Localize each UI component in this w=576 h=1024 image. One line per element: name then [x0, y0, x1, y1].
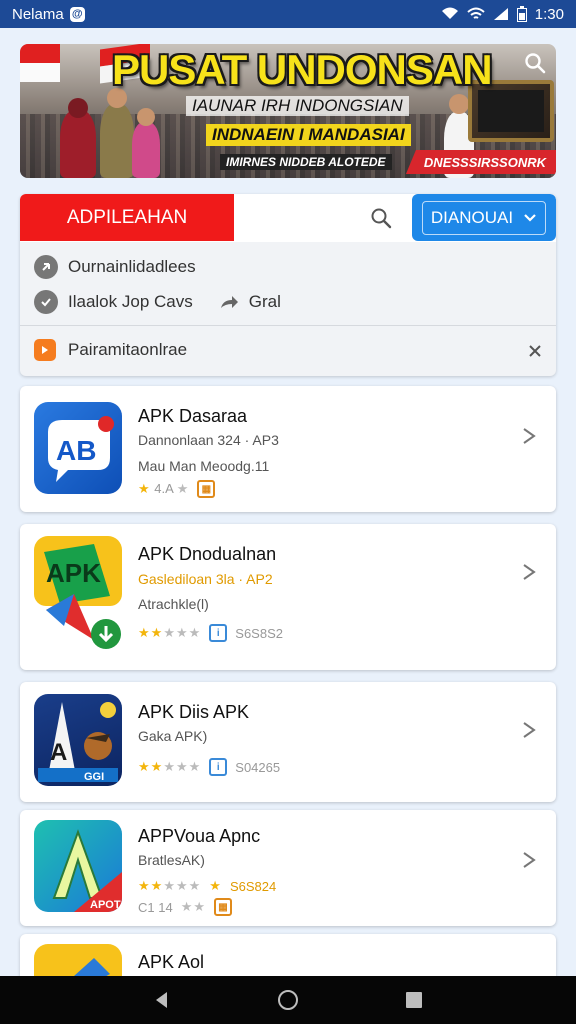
svg-text:AB: AB: [56, 435, 96, 466]
history-icon: [34, 255, 58, 279]
star-icon: ★★: [138, 878, 164, 893]
app-info: Atrachkle(l): [138, 596, 209, 612]
suggestion-extra: Gral: [248, 292, 281, 311]
share-arrow-icon: [220, 296, 238, 308]
category-dropdown[interactable]: DIANOUAI: [412, 194, 556, 241]
home-button[interactable]: [276, 988, 300, 1012]
banner-subtitle: INDNAEIN I MANDASIAI: [206, 124, 411, 146]
rating-text: 4.A: [154, 481, 174, 496]
status-bar: Nelama @ 1:30: [0, 0, 576, 28]
star-icon: ★★: [180, 899, 207, 914]
app-name: APPVoua Apnc: [138, 826, 261, 846]
navigation-bar: [0, 976, 576, 1024]
back-button[interactable]: [152, 990, 172, 1010]
app-card[interactable]: AB APK Dasaraa Dannonlaan 324 · AP3 Mau …: [20, 386, 556, 512]
search-icon: [525, 53, 546, 74]
app-info: Mau Man Meoodg.11: [138, 458, 270, 474]
star-icon: ★★: [138, 625, 164, 640]
history-icon: [34, 290, 58, 314]
app-card[interactable]: APOT APPVoua Apnc BratlesAK) ★★★★★ ★ S6S…: [20, 810, 556, 926]
app-name: APK Dasaraa: [138, 406, 248, 426]
carrier-name: Nelama: [12, 5, 64, 23]
app-rating: ★ 4.A ★ ▦: [138, 480, 216, 498]
badge-icon: i: [209, 624, 228, 642]
filter-icon: [34, 339, 56, 361]
app-rating: ★★★★★ i S6S8S2: [138, 624, 283, 642]
suggestion-label: Ournainlidadlees: [68, 257, 196, 276]
chevron-down-icon: [524, 213, 536, 222]
carrier-label: Nelama @: [12, 6, 85, 23]
search-panel: ADPILEAHAN DIANOUAI Ournainlidadlees Ila…: [20, 194, 556, 376]
suggestion-label: Ilaalok Jop Cavs: [68, 292, 193, 311]
chevron-right-icon: [523, 428, 536, 444]
rocket-icon: A GGI: [34, 694, 122, 786]
svg-text:GGI: GGI: [84, 771, 104, 783]
calendar-icon: ▦: [197, 480, 216, 498]
clock: 1:30: [534, 5, 564, 23]
app-name: APK Dnodualnan: [138, 544, 277, 564]
app-card[interactable]: A GGI APK Diis APK Gaka APK) ★★★★★ i S04…: [20, 682, 556, 802]
banner-caption: IMIRNES NIDDEB ALOTEDE: [220, 154, 392, 170]
hero-banner[interactable]: PUSAT UNDONSAN IAUNAR IRH INDONGSIAN IND…: [20, 44, 556, 178]
star-icon: ★★★: [163, 878, 202, 893]
chevron-right-icon: [523, 722, 536, 738]
flag-icon: [20, 44, 60, 82]
banner-title: PUSAT UNDONSAN: [112, 46, 493, 93]
svg-text:A: A: [50, 739, 67, 766]
star-icon: ★: [138, 481, 151, 496]
app-name: APK Aol: [138, 952, 205, 972]
banner-search-button[interactable]: [522, 50, 548, 76]
badge-icon: i: [209, 758, 228, 776]
wifi-icon: [467, 7, 485, 19]
chevron-right-icon: [523, 564, 536, 580]
suggestion-item[interactable]: Ournainlidadlees: [34, 255, 196, 279]
rating-text: S6S8S2: [235, 625, 283, 641]
app-info: BratlesAK): [138, 852, 205, 868]
star-icon: ★★: [138, 759, 164, 774]
search-button[interactable]: [368, 205, 394, 231]
app-info: Dannonlaan 324 · AP3: [138, 432, 279, 448]
rating-text: C1 14: [138, 899, 173, 915]
signal-icon: [441, 7, 458, 19]
star-icon: ★★★: [163, 625, 202, 640]
close-filter-button[interactable]: [528, 342, 542, 363]
banner-subtitle: IAUNAR IRH INDONGSIAN: [186, 96, 409, 116]
filter-chip[interactable]: Pairamitaonlrae: [34, 339, 187, 361]
app-info: Gaslediloan 3la · AP2: [138, 571, 273, 587]
star-icon: ★: [209, 878, 222, 893]
app-name: APK Diis APK: [138, 702, 250, 722]
battery-icon: [516, 6, 527, 22]
filter-label: Pairamitaonlrae: [68, 340, 188, 359]
calendar-icon: ▦: [214, 898, 233, 916]
app-info: Gaka APK): [138, 728, 208, 744]
apk-download-icon: APK: [34, 536, 122, 656]
rating-text: S6S824: [229, 878, 277, 894]
a-letter-icon: APOT: [34, 820, 122, 912]
dropdown-label: DIANOUAI: [430, 207, 514, 227]
category-tab[interactable]: ADPILEAHAN: [20, 194, 234, 241]
svg-text:APOT: APOT: [90, 899, 121, 911]
banner-badge: DNESSSIRSSONRK: [405, 150, 556, 174]
app-rating: ★★★★★ ★ S6S824: [138, 878, 276, 894]
suggestion-item[interactable]: Ilaalok Jop Cavs Gral: [34, 290, 281, 314]
svg-text:APK: APK: [46, 558, 101, 588]
carrier-badge-icon: @: [69, 6, 85, 22]
cell-signal-icon: [493, 8, 508, 20]
search-icon: [371, 208, 392, 229]
rating-text: S04265: [235, 759, 281, 775]
divider: [20, 325, 556, 326]
app-rating-secondary: C1 14 ★★ ▦: [138, 898, 233, 916]
close-icon: [529, 345, 541, 357]
app-card[interactable]: APK APK Dnodualnan Gaslediloan 3la · AP2…: [20, 524, 556, 670]
recents-button[interactable]: [404, 990, 424, 1010]
chevron-right-icon: [523, 852, 536, 868]
ab-bubble-icon: AB: [34, 402, 122, 494]
star-icon: ★★★: [163, 759, 202, 774]
app-rating: ★★★★★ i S04265: [138, 758, 280, 776]
star-icon: ★: [176, 481, 190, 496]
